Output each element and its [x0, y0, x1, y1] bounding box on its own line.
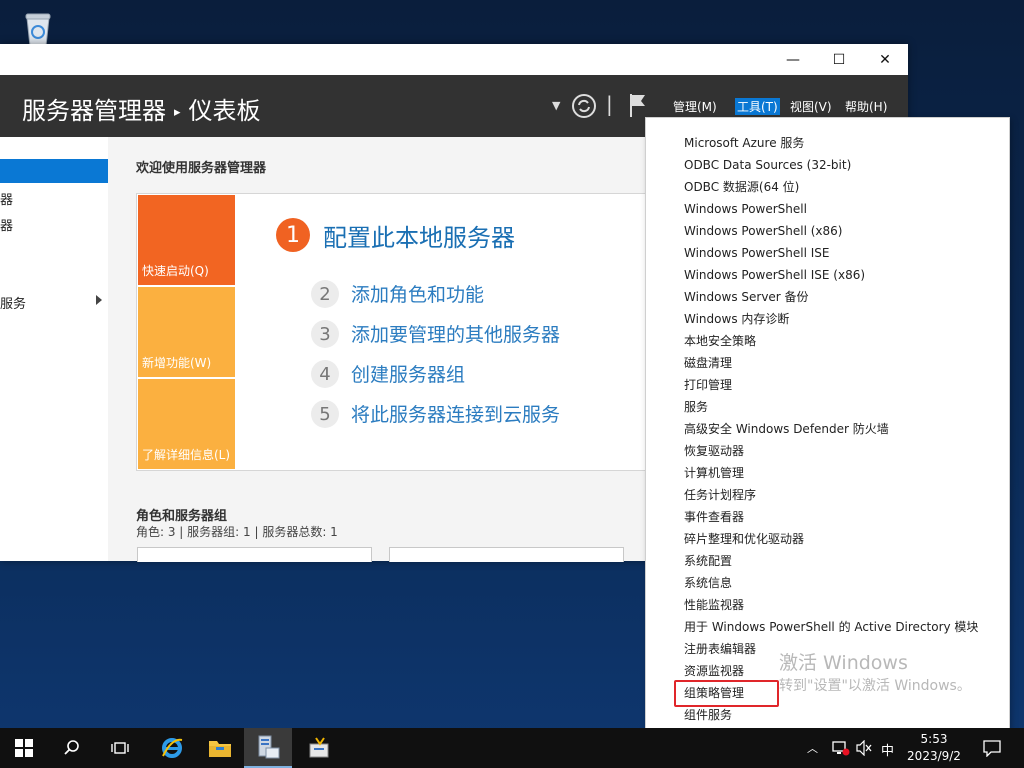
activation-watermark-title: 激活 Windows: [779, 652, 908, 674]
menu-view[interactable]: 视图(V): [790, 98, 832, 115]
tile-learn-more[interactable]: 了解详细信息(L): [138, 379, 235, 469]
server-manager-icon[interactable]: [244, 728, 292, 768]
refresh-icon[interactable]: [570, 92, 598, 120]
tools-menu-item[interactable]: Windows PowerShell ISE (x86): [684, 264, 865, 286]
connect-cloud-services-link[interactable]: 将此服务器连接到云服务: [351, 400, 560, 427]
step-3-number: 3: [311, 320, 339, 348]
quick-start-panel: 快速启动(Q) 新增功能(W) 了解详细信息(L) 1 配置此本地服务器 2 添…: [136, 193, 678, 471]
task-view-icon[interactable]: [96, 728, 144, 768]
tile-whats-new-label: 新增功能(W): [142, 356, 212, 370]
add-servers-link[interactable]: 添加要管理的其他服务器: [351, 320, 560, 347]
configure-local-server-link[interactable]: 配置此本地服务器: [323, 218, 515, 253]
tools-menu-item[interactable]: 资源监视器: [684, 660, 744, 682]
volume-muted-icon[interactable]: [856, 740, 872, 756]
chevron-right-icon[interactable]: [96, 295, 102, 305]
sidebar-item-file-storage-services[interactable]: 服务: [0, 293, 26, 312]
dropdown-arrow-icon[interactable]: ▼: [552, 99, 560, 112]
tools-menu-item[interactable]: 高级安全 Windows Defender 防火墙: [684, 418, 889, 440]
menu-tools[interactable]: 工具(T): [735, 98, 780, 115]
close-button[interactable]: ✕: [862, 44, 908, 75]
tools-menu-item[interactable]: 注册表编辑器: [684, 638, 756, 660]
role-card[interactable]: [137, 547, 372, 562]
taskbar: ︿ 中 5:53 2023/9/2: [0, 728, 1024, 768]
tools-menu-item[interactable]: 碎片整理和优化驱动器: [684, 528, 804, 550]
welcome-heading: 欢迎使用服务器管理器: [136, 161, 267, 176]
tools-menu-item[interactable]: 打印管理: [684, 374, 732, 396]
roles-summary: 角色: 3 | 服务器组: 1 | 服务器总数: 1: [136, 525, 338, 539]
tools-icon[interactable]: [296, 728, 344, 768]
tile-quick-start[interactable]: 快速启动(Q): [138, 195, 235, 285]
add-roles-features-link[interactable]: 添加角色和功能: [351, 280, 484, 307]
tools-menu-item[interactable]: Windows Server 备份: [684, 286, 809, 308]
tools-menu-item[interactable]: Microsoft Azure 服务: [684, 132, 804, 154]
menu-help[interactable]: 帮助(H): [845, 98, 887, 115]
tools-menu-item[interactable]: 恢复驱动器: [684, 440, 744, 462]
network-icon[interactable]: [832, 740, 850, 756]
tools-menu-item[interactable]: ODBC Data Sources (32-bit): [684, 154, 851, 176]
sidebar-item-dashboard[interactable]: [0, 159, 108, 183]
window-titlebar: — ☐ ✕: [0, 44, 908, 75]
menu-manage[interactable]: 管理(M): [673, 98, 717, 115]
separator: |: [606, 92, 613, 116]
tools-menu-item[interactable]: 磁盘清理: [684, 352, 732, 374]
notifications-flag-icon[interactable]: [628, 92, 648, 118]
search-icon[interactable]: [48, 728, 96, 768]
step-2-number: 2: [311, 280, 339, 308]
roles-heading: 角色和服务器组: [136, 509, 228, 524]
file-explorer-icon[interactable]: [196, 728, 244, 768]
breadcrumb-root: 服务器管理器: [22, 97, 166, 125]
clock[interactable]: 5:53 2023/9/2: [905, 731, 963, 765]
tools-menu-item[interactable]: 计算机管理: [684, 462, 744, 484]
tile-whats-new[interactable]: 新增功能(W): [138, 287, 235, 377]
create-server-group-link[interactable]: 创建服务器组: [351, 360, 465, 387]
action-center-icon[interactable]: [983, 739, 1001, 757]
tools-menu-item[interactable]: 用于 Windows PowerShell 的 Active Directory…: [684, 616, 978, 638]
clock-time: 5:53: [920, 732, 948, 746]
tile-learn-more-label: 了解详细信息(L): [142, 448, 231, 462]
internet-explorer-icon[interactable]: [148, 728, 196, 768]
tools-menu-item[interactable]: 组件服务: [684, 704, 732, 726]
step-1-number: 1: [276, 218, 310, 252]
windows-start-icon[interactable]: [0, 728, 48, 768]
sidebar: 器 器 服务: [0, 137, 109, 561]
tools-menu-item[interactable]: 系统信息: [684, 572, 732, 594]
tools-menu-item[interactable]: ODBC 数据源(64 位): [684, 176, 799, 198]
tools-menu-item[interactable]: 本地安全策略: [684, 330, 756, 352]
clock-date: 2023/9/2: [907, 749, 961, 763]
maximize-button[interactable]: ☐: [816, 44, 862, 75]
tile-quick-start-label: 快速启动(Q): [142, 264, 209, 278]
tools-menu-item[interactable]: Windows PowerShell (x86): [684, 220, 842, 242]
activation-watermark-text: 转到"设置"以激活 Windows。: [779, 678, 971, 694]
role-card[interactable]: [389, 547, 624, 562]
tools-menu-item[interactable]: 任务计划程序: [684, 484, 756, 506]
sidebar-item-local-server[interactable]: 器: [0, 189, 13, 208]
tools-menu-item[interactable]: 服务: [684, 396, 708, 418]
tools-menu-item[interactable]: Windows 内存诊断: [684, 308, 789, 330]
ime-indicator[interactable]: 中: [881, 740, 894, 759]
tools-menu-item[interactable]: Windows PowerShell: [684, 198, 807, 220]
sidebar-item-all-servers[interactable]: 器: [0, 215, 13, 234]
step-4-number: 4: [311, 360, 339, 388]
breadcrumb: 服务器管理器 ▸ 仪表板: [22, 91, 261, 126]
chevron-up-icon[interactable]: ︿: [807, 740, 818, 756]
tools-menu-item[interactable]: 事件查看器: [684, 506, 744, 528]
tools-dropdown-menu: Microsoft Azure 服务 ODBC Data Sources (32-…: [645, 117, 1010, 730]
tools-menu-item[interactable]: 系统配置: [684, 550, 732, 572]
breadcrumb-current: 仪表板: [188, 97, 261, 125]
recycle-bin-icon[interactable]: [18, 8, 58, 48]
tools-menu-item[interactable]: 性能监视器: [684, 594, 744, 616]
highlight-box: [674, 680, 779, 707]
breadcrumb-separator-icon: ▸: [174, 104, 181, 120]
minimize-button[interactable]: —: [770, 44, 816, 75]
step-5-number: 5: [311, 400, 339, 428]
tools-menu-item[interactable]: Windows PowerShell ISE: [684, 242, 830, 264]
